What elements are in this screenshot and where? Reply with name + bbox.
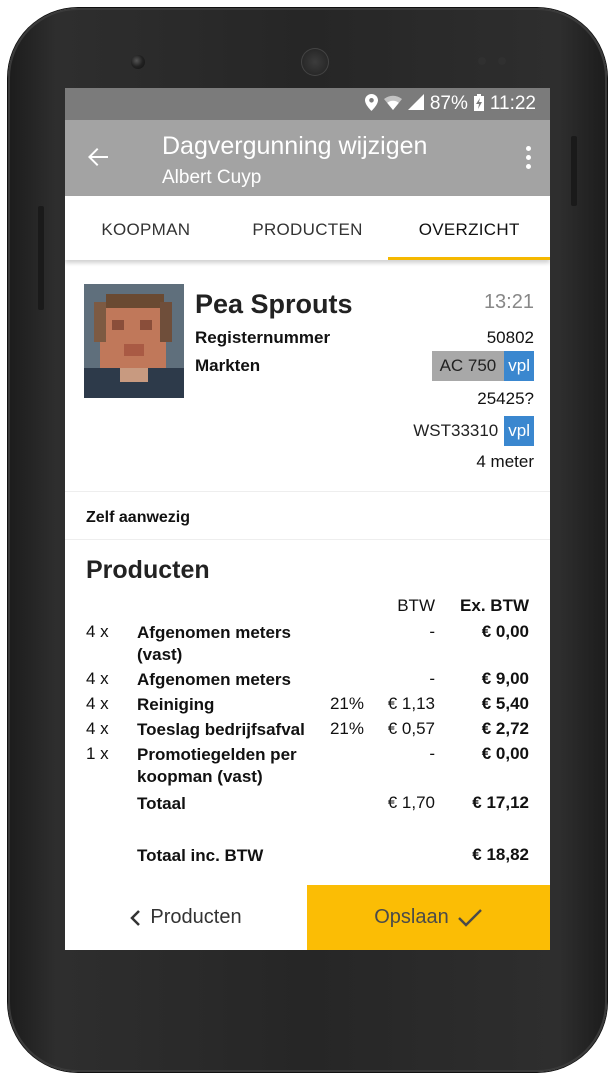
row-quantity: 1 x: [86, 744, 109, 763]
save-label: Opslaan: [374, 906, 449, 928]
row-product-name: Toeslag bedrijfsafval: [137, 720, 305, 739]
tab-koopman[interactable]: KOOPMAN: [65, 196, 227, 260]
back-to-products-label: Producten: [150, 906, 242, 928]
wifi-icon: [383, 94, 402, 114]
page-title: Dagvergunning wijzigen: [162, 132, 428, 160]
market-code-2: 25425?: [477, 389, 534, 408]
row-product-name: Afgenomen meters: [137, 670, 291, 689]
row-product-name: Promotiegelden per koopman (vast): [137, 745, 297, 786]
row-amount-ex-vat: € 0,00: [481, 622, 529, 641]
market-code: WST33310: [413, 421, 499, 440]
overflow-menu-button[interactable]: [524, 146, 532, 172]
status-time: 11:22: [489, 93, 536, 114]
battery-percent: 87%: [429, 93, 468, 114]
front-camera: [131, 55, 145, 69]
row-vat-amount: -: [429, 744, 435, 763]
row-product-name: Reiniging: [137, 695, 215, 714]
market-tag: vpl: [504, 416, 534, 446]
chevron-left-icon: [130, 909, 141, 926]
stall-size: 4 meter: [476, 452, 534, 471]
screen: 87% 11:22 Dagvergunning wijzigen Albert …: [65, 88, 550, 950]
earpiece-speaker: [301, 48, 329, 76]
row-quantity: 4 x: [86, 669, 109, 688]
products-heading: Producten: [86, 556, 210, 584]
row-vat-amount: € 0,57: [387, 719, 435, 738]
proximity-sensor: [478, 57, 486, 65]
row-vat-amount: € 1,13: [387, 694, 435, 713]
page-subtitle: Albert Cuyp: [162, 167, 262, 188]
battery-charging-icon: [473, 93, 484, 115]
total-vat-amount: € 1,70: [387, 793, 435, 812]
row-quantity: 4 x: [86, 694, 109, 713]
row-vat-percent: 21%: [329, 719, 364, 738]
merchant-photo: [84, 284, 184, 398]
row-amount-ex-vat: € 9,00: [481, 669, 529, 688]
btw-column-header: BTW: [397, 596, 435, 615]
tab-overzicht[interactable]: OVERZICHT: [388, 196, 550, 260]
row-vat-amount: -: [429, 669, 435, 688]
save-button[interactable]: Opslaan: [307, 885, 550, 950]
market-code: AC 750: [431, 351, 505, 381]
arrow-left-icon: [88, 148, 108, 166]
row-amount-ex-vat: € 5,40: [481, 694, 529, 713]
back-to-products-button[interactable]: Producten: [65, 885, 307, 950]
signal-icon: [407, 94, 424, 114]
market-tag: vpl: [504, 351, 534, 381]
tab-bar: KOOPMAN PRODUCTEN OVERZICHT: [65, 196, 550, 260]
tab-producten[interactable]: PRODUCTEN: [227, 196, 389, 260]
total-amount-ex-vat: € 17,12: [472, 793, 529, 812]
registernummer-value: 50802: [486, 328, 534, 347]
row-quantity: 4 x: [86, 719, 109, 738]
overview-content[interactable]: Pea Sprouts 13:21 Registernummer 50802 M…: [65, 260, 550, 885]
merchant-name: Pea Sprouts: [195, 289, 353, 319]
app-bar: Dagvergunning wijzigen Albert Cuyp: [65, 120, 550, 196]
total-inc-vat-amount: € 18,82: [472, 845, 529, 864]
row-amount-ex-vat: € 2,72: [481, 719, 529, 738]
registration-time: 13:21: [483, 291, 534, 313]
footer-actions: Producten Opslaan: [65, 885, 550, 950]
ex-btw-column-header: Ex. BTW: [460, 596, 529, 615]
markten-label: Markten: [195, 356, 261, 375]
row-vat-amount: -: [429, 622, 435, 641]
row-vat-percent: 21%: [329, 694, 364, 713]
power-button: [571, 136, 577, 206]
registernummer-label: Registernummer: [195, 328, 331, 347]
total-label: Totaal: [137, 794, 186, 813]
location-icon: [364, 93, 378, 115]
light-sensor: [498, 57, 506, 65]
total-inc-vat-label: Totaal inc. BTW: [137, 846, 264, 865]
merchant-profile: Pea Sprouts 13:21 Registernummer 50802 M…: [65, 260, 550, 492]
volume-button: [38, 206, 44, 310]
status-bar: 87% 11:22: [65, 88, 550, 120]
check-icon: [457, 908, 482, 927]
row-product-name: Afgenomen meters (vast): [137, 623, 291, 664]
more-vertical-icon: [524, 146, 532, 169]
presence-status: Zelf aanwezig: [65, 492, 550, 540]
back-button[interactable]: [81, 140, 115, 174]
row-amount-ex-vat: € 0,00: [481, 744, 529, 763]
market-badge-3: WST33310 vpl: [413, 416, 534, 446]
market-badge-1: AC 750 vpl: [431, 351, 534, 381]
row-quantity: 4 x: [86, 622, 109, 641]
